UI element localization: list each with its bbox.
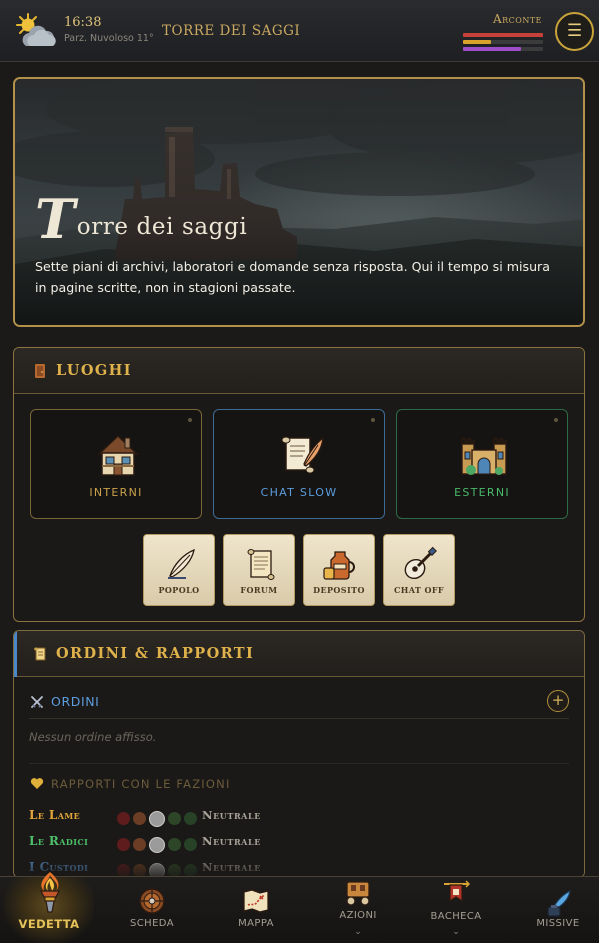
health-bar-fill xyxy=(463,33,543,37)
scroll-icon xyxy=(34,647,46,661)
empty-orders-note: Nessun ordine affisso. xyxy=(29,730,569,764)
heart-icon xyxy=(30,778,44,789)
faction-status: Neutrale xyxy=(202,808,261,822)
relation-dot xyxy=(117,838,130,851)
nav-bacheca[interactable]: BACHECA ⌄ xyxy=(411,877,501,943)
health-bar xyxy=(463,33,543,37)
nav-label: VEDETTA xyxy=(18,917,80,931)
orders-section-header: ORDINI + xyxy=(29,690,569,719)
chevron-down-icon: ⌄ xyxy=(354,927,362,937)
luoghi-panel: LUOGHI INTERNI CHAT SLOW ESTERNI POPOLO … xyxy=(13,347,585,622)
energy-bar xyxy=(463,40,543,44)
place-card-chat-slow[interactable]: CHAT SLOW xyxy=(213,409,385,519)
place-card-interni[interactable]: INTERNI xyxy=(30,409,202,519)
clock-time: 16:38 xyxy=(64,15,102,30)
scroll-quill-icon xyxy=(281,436,324,474)
add-order-button[interactable]: + xyxy=(547,690,569,712)
relations-label: RAPPORTI CON LE FAZIONI xyxy=(51,777,231,791)
chevron-down-icon: ⌄ xyxy=(452,927,460,937)
jug-icon xyxy=(323,551,355,580)
place-label: INTERNI xyxy=(89,486,143,499)
relation-dot xyxy=(133,838,146,851)
nav-scheda[interactable]: SCHEDA xyxy=(107,877,197,943)
status-dot xyxy=(554,418,558,422)
quill-icon xyxy=(168,548,195,579)
relation-dot-selected xyxy=(149,810,165,827)
relation-dot xyxy=(117,812,130,825)
tile-forum[interactable]: FORUM xyxy=(223,534,295,606)
orders-label: ORDINI xyxy=(51,694,100,709)
menu-button[interactable]: ☰ xyxy=(555,12,594,51)
mana-bar xyxy=(463,47,543,51)
header-accent xyxy=(14,631,17,677)
relation-scale xyxy=(117,808,200,827)
status-dot xyxy=(371,418,375,422)
relation-dot xyxy=(168,812,181,825)
location-title: TORRE DEI SAGGI xyxy=(162,23,301,39)
relation-scale xyxy=(117,834,200,853)
lute-icon xyxy=(404,546,437,580)
relations-section-header: RAPPORTI CON LE FAZIONI xyxy=(29,776,569,796)
sun-cloud-icon xyxy=(16,13,56,46)
tile-chat-off[interactable]: CHAT OFF xyxy=(383,534,455,606)
relation-dot xyxy=(184,838,197,851)
character-role: Arconte xyxy=(492,12,542,26)
mana-bar-fill xyxy=(463,47,521,51)
location-description: Sette piani di archivi, laboratori e dom… xyxy=(35,259,550,295)
top-bar: 16:38 Parz. Nuvoloso 11° TORRE DEI SAGGI… xyxy=(0,0,599,62)
tile-label: CHAT OFF xyxy=(394,585,444,595)
location-hero: Torre dei saggi Sette piani di archivi, … xyxy=(13,77,585,327)
weather-description: Parz. Nuvoloso 11° xyxy=(64,33,154,44)
castle-icon xyxy=(461,438,507,475)
tile-label: FORUM xyxy=(240,585,278,595)
inkwell-icon xyxy=(547,889,571,917)
nav-label: SCHEDA xyxy=(130,918,174,929)
nav-azioni[interactable]: AZIONI ⌄ xyxy=(313,877,403,943)
location-name-initial: T xyxy=(35,187,76,251)
nav-missive[interactable]: MISSIVE xyxy=(513,877,599,943)
status-dot xyxy=(188,418,192,422)
house-icon xyxy=(97,434,139,476)
energy-bar-fill xyxy=(463,40,491,44)
nav-mappa[interactable]: MAPPA xyxy=(211,877,301,943)
nav-label: MISSIVE xyxy=(536,918,580,929)
place-card-esterni[interactable]: ESTERNI xyxy=(396,409,568,519)
faction-name: Le Radici xyxy=(29,834,89,848)
place-label: CHAT SLOW xyxy=(260,486,338,499)
relation-dot xyxy=(168,838,181,851)
nav-label: BACHECA xyxy=(430,911,482,922)
ordini-title: ORDINI & RAPPORTI xyxy=(56,645,255,662)
wagon-icon xyxy=(346,881,370,906)
ordini-header: ORDINI & RAPPORTI xyxy=(14,631,584,677)
place-label: ESTERNI xyxy=(454,486,510,499)
door-icon xyxy=(35,364,45,378)
parchment-icon xyxy=(247,549,275,580)
relation-dot xyxy=(184,812,197,825)
nav-label: MAPPA xyxy=(238,918,274,929)
bottom-navigation: VEDETTA SCHEDA MAPPA AZIONI ⌄ BACHECA ⌄ … xyxy=(0,872,599,943)
banner-icon xyxy=(444,880,470,903)
tile-popolo[interactable]: POPOLO xyxy=(143,534,215,606)
luoghi-title: LUOGHI xyxy=(56,362,132,379)
luoghi-header: LUOGHI xyxy=(14,348,584,394)
shield-icon xyxy=(139,888,165,914)
stat-bars xyxy=(463,33,543,54)
torch-icon xyxy=(40,872,60,913)
tile-label: DEPOSITO xyxy=(313,585,365,595)
location-name: Torre dei saggi xyxy=(35,187,247,251)
faction-status: Neutrale xyxy=(202,834,261,848)
scroll-fade xyxy=(14,851,584,877)
nav-vedetta[interactable]: VEDETTA xyxy=(4,872,94,943)
faction-name: Le Lame xyxy=(29,808,81,822)
location-name-rest: orre dei saggi xyxy=(76,214,248,240)
tile-deposito[interactable]: DEPOSITO xyxy=(303,534,375,606)
faction-row: Le Lame Neutrale xyxy=(29,806,569,827)
map-icon xyxy=(243,889,269,913)
nav-label: AZIONI xyxy=(339,910,377,921)
relation-dot xyxy=(133,812,146,825)
tile-label: POPOLO xyxy=(158,585,200,595)
ordini-panel: ORDINI & RAPPORTI ORDINI + Nessun ordine… xyxy=(13,630,585,878)
crossed-swords-icon xyxy=(31,696,43,708)
faction-row: Le Radici Neutrale xyxy=(29,832,569,853)
